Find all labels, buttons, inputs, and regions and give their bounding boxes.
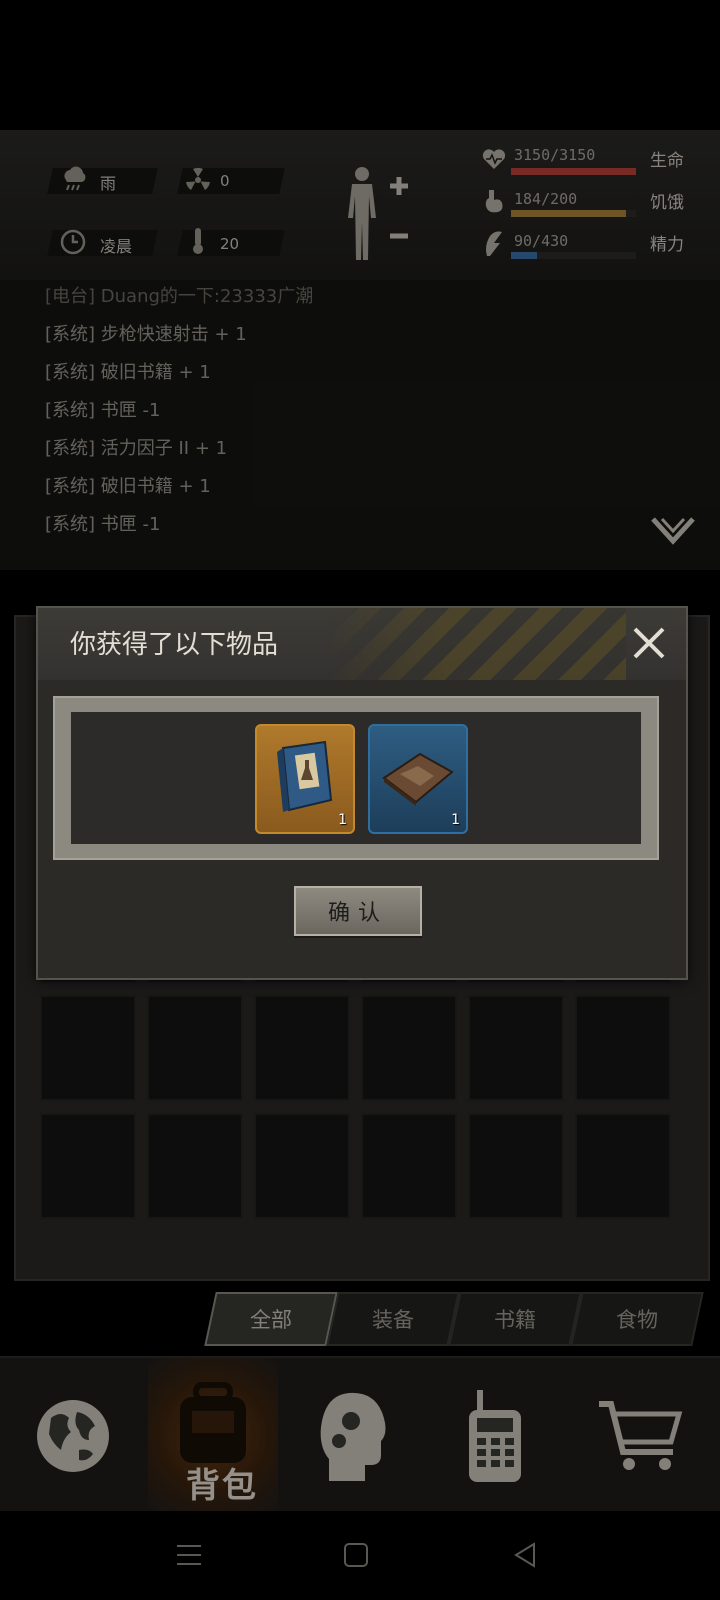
close-icon[interactable]: [626, 620, 672, 666]
hazard-stripes: [326, 608, 626, 680]
reward-dialog: 你获得了以下物品 1 1 确认: [36, 606, 688, 980]
item-count: 1: [451, 812, 460, 828]
reward-item-old-book[interactable]: 1: [368, 724, 468, 834]
dialog-title: 你获得了以下物品: [70, 630, 279, 660]
blue-book-icon: [277, 740, 333, 812]
reward-item-blue-book[interactable]: 1: [255, 724, 355, 834]
old-map-book-icon: [382, 752, 454, 806]
items-container: 1 1: [71, 712, 641, 844]
items-frame: 1 1: [53, 696, 659, 860]
dialog-header: 你获得了以下物品: [38, 608, 686, 680]
item-count: 1: [338, 812, 347, 828]
confirm-button[interactable]: 确认: [294, 886, 422, 936]
